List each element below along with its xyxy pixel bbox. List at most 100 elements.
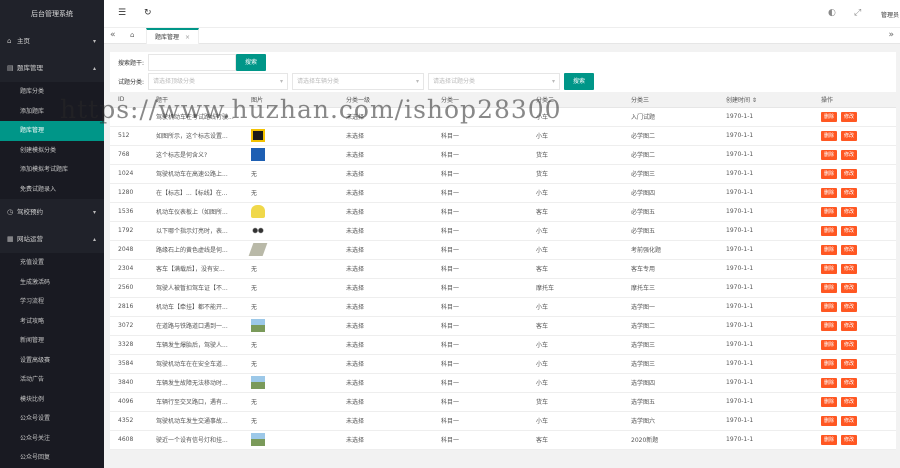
table-cell: 未选择 bbox=[338, 411, 433, 431]
sidebar-subitem[interactable]: 学习流程 bbox=[0, 292, 104, 312]
delete-button[interactable]: 删除 bbox=[821, 187, 838, 198]
edit-button[interactable]: 修改 bbox=[841, 206, 858, 217]
table-cell: 小车 bbox=[528, 240, 623, 260]
column-header: 图片 bbox=[243, 92, 338, 108]
close-icon[interactable]: × bbox=[185, 34, 190, 41]
table-cell: 1024 bbox=[110, 164, 148, 184]
table-cell: 选学图一 bbox=[623, 297, 718, 317]
sidebar-subitem[interactable]: 考试攻略 bbox=[0, 312, 104, 332]
sidebar-group-question-bank[interactable]: ▤ 题库管理 ▴ bbox=[0, 55, 104, 82]
table-cell: 科目一 bbox=[433, 183, 528, 203]
sidebar-subitem[interactable]: 模块比例 bbox=[0, 390, 104, 410]
edit-button[interactable]: 修改 bbox=[841, 434, 858, 445]
sidebar-subitem[interactable]: 充值设置 bbox=[0, 253, 104, 273]
edit-button[interactable]: 修改 bbox=[841, 301, 858, 312]
tab-question-management[interactable]: 题库管理 × bbox=[146, 28, 200, 44]
delete-button[interactable]: 删除 bbox=[821, 301, 838, 312]
edit-button[interactable]: 修改 bbox=[841, 320, 858, 331]
edit-button[interactable]: 修改 bbox=[841, 263, 858, 274]
delete-button[interactable]: 删除 bbox=[821, 339, 838, 350]
edit-button[interactable]: 修改 bbox=[841, 377, 858, 388]
vehicle-category-select[interactable]: 请选择车辆分类 bbox=[292, 73, 425, 90]
delete-button[interactable]: 删除 bbox=[821, 396, 838, 407]
sidebar-subitem[interactable]: 添加模拟考试题库 bbox=[0, 160, 104, 180]
chevron-down-icon: ▾ bbox=[92, 38, 96, 45]
delete-button[interactable]: 删除 bbox=[821, 320, 838, 331]
delete-button[interactable]: 删除 bbox=[821, 434, 838, 445]
delete-button[interactable]: 删除 bbox=[821, 377, 838, 388]
delete-button[interactable]: 删除 bbox=[821, 149, 838, 160]
theme-icon[interactable]: ◐ bbox=[828, 8, 836, 18]
sidebar-item-home[interactable]: ⌂ 主页 ▾ bbox=[0, 28, 104, 55]
edit-button[interactable]: 修改 bbox=[841, 244, 858, 255]
sidebar-subitem[interactable]: 题库管理 bbox=[0, 121, 104, 141]
sidebar-subitem[interactable]: 设置高级赛 bbox=[0, 351, 104, 371]
table-cell: 科目一 bbox=[433, 202, 528, 222]
table-cell: 摩托车 bbox=[528, 278, 623, 298]
edit-button[interactable]: 修改 bbox=[841, 187, 858, 198]
table-cell: 无 bbox=[243, 259, 338, 279]
sidebar-group-booking[interactable]: ◷ 驾校预约 ▾ bbox=[0, 199, 104, 226]
delete-button[interactable]: 删除 bbox=[821, 415, 838, 426]
delete-button[interactable]: 删除 bbox=[821, 358, 838, 369]
edit-button[interactable]: 修改 bbox=[841, 111, 858, 122]
delete-button[interactable]: 删除 bbox=[821, 130, 838, 141]
edit-button[interactable]: 修改 bbox=[841, 339, 858, 350]
table-cell: 必学图三 bbox=[623, 164, 718, 184]
table-cell: 1970-1-1 bbox=[718, 107, 813, 127]
table-row: 3584 驾驶机动车在在安全车道... 无未选择 科目一 小车 选学图三 1970-1-1 删… bbox=[110, 354, 896, 374]
sidebar-subitem[interactable]: 新闻管理 bbox=[0, 331, 104, 351]
search-input[interactable] bbox=[148, 54, 237, 71]
edit-button[interactable]: 修改 bbox=[841, 225, 858, 236]
delete-button[interactable]: 删除 bbox=[821, 282, 838, 293]
edit-button[interactable]: 修改 bbox=[841, 358, 858, 369]
column-header: 分类二 bbox=[528, 92, 623, 108]
sidebar-subitem[interactable]: 生成激活码 bbox=[0, 273, 104, 293]
table-cell: 1970-1-1 bbox=[718, 335, 813, 355]
filter-search-button[interactable]: 搜索 bbox=[564, 73, 595, 90]
table-cell: 无 bbox=[243, 297, 338, 317]
sidebar-subitem[interactable]: 公众号回复 bbox=[0, 448, 104, 468]
cell-actions: 删除 修改 bbox=[813, 411, 896, 431]
search-button[interactable]: 搜索 bbox=[236, 54, 267, 71]
edit-button[interactable]: 修改 bbox=[841, 130, 858, 141]
table-cell: 2048 bbox=[110, 240, 148, 260]
home-tab-icon[interactable]: ⌂ bbox=[130, 31, 134, 39]
sidebar: 后台管理系统 ⌂ 主页 ▾ ▤ 题库管理 ▴ 题库分类 添加题库 题库管理 创建模拟分类 添加模… bbox=[0, 0, 104, 468]
refresh-icon[interactable]: ↻ bbox=[144, 8, 152, 18]
table-row: 1536 机动车仪表板上（如图所... 未选择 科目一 客车 必学图五 1970-1-1 删除… bbox=[110, 202, 896, 222]
edit-button[interactable]: 修改 bbox=[841, 149, 858, 160]
tabs-next-icon[interactable]: » bbox=[888, 30, 894, 40]
column-header[interactable]: 创建时间 ⇕ bbox=[718, 92, 813, 108]
delete-button[interactable]: 删除 bbox=[821, 244, 838, 255]
table-cell: 无 bbox=[243, 354, 338, 374]
table-cell: 1792 bbox=[110, 221, 148, 241]
sidebar-subitem[interactable]: 公众号关注 bbox=[0, 429, 104, 449]
menu-toggle-icon[interactable]: ☰ bbox=[118, 8, 126, 18]
edit-button[interactable]: 修改 bbox=[841, 168, 858, 179]
delete-button[interactable]: 删除 bbox=[821, 168, 838, 179]
sidebar-subitem[interactable]: 题库分类 bbox=[0, 82, 104, 102]
fullscreen-icon[interactable]: ⤢ bbox=[854, 8, 861, 18]
table-cell: 1970-1-1 bbox=[718, 297, 813, 317]
user-name[interactable]: 管理员 bbox=[881, 10, 899, 19]
sidebar-subitem[interactable]: 免费试题录入 bbox=[0, 180, 104, 200]
sidebar-subitem[interactable]: 添加题库 bbox=[0, 102, 104, 122]
edit-button[interactable]: 修改 bbox=[841, 415, 858, 426]
question-category-select[interactable]: 请选择试题分类 bbox=[428, 73, 561, 90]
edit-button[interactable]: 修改 bbox=[841, 396, 858, 407]
edit-button[interactable]: 修改 bbox=[841, 282, 858, 293]
sidebar-subitem[interactable]: 公众号设置 bbox=[0, 409, 104, 429]
delete-button[interactable]: 删除 bbox=[821, 225, 838, 236]
delete-button[interactable]: 删除 bbox=[821, 263, 838, 274]
table-cell: 未选择 bbox=[338, 240, 433, 260]
delete-button[interactable]: 删除 bbox=[821, 111, 838, 122]
sidebar-group-operations[interactable]: ▦ 网站运营 ▴ bbox=[0, 226, 104, 253]
sidebar-subitem[interactable]: 创建模拟分类 bbox=[0, 141, 104, 161]
tabs-prev-icon[interactable]: « bbox=[110, 30, 116, 40]
sidebar-subitem[interactable]: 活动广告 bbox=[0, 370, 104, 390]
table-cell: 客车【满载后】，没有安... bbox=[148, 259, 243, 279]
delete-button[interactable]: 删除 bbox=[821, 206, 838, 217]
top-category-select[interactable]: 请选择顶级分类 bbox=[148, 73, 289, 90]
column-header: 操作 bbox=[813, 92, 896, 108]
